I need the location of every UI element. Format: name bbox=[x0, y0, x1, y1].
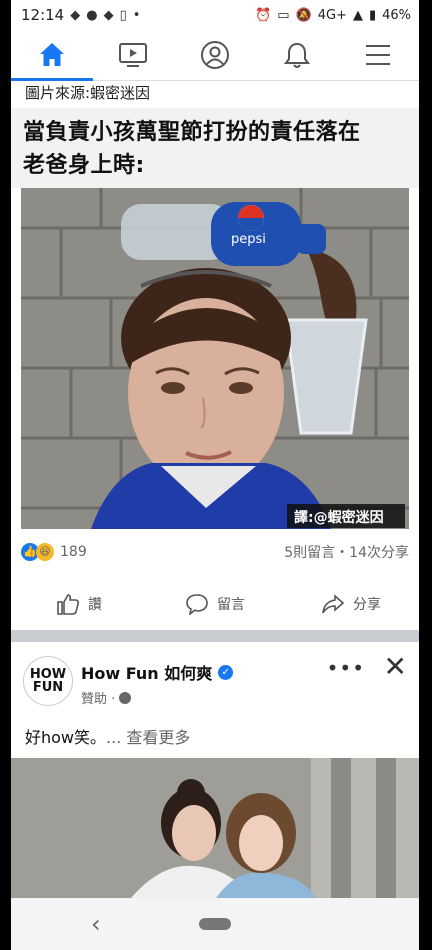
post-text: 好how笑。... 查看更多 bbox=[25, 724, 190, 748]
android-icon: ◆ bbox=[70, 7, 81, 23]
app-frame: 12:14 ◆ ● ◆ ▯ • ⏰ ▭ 🔕 4G+ ▲ ▮ 46% 圖片來源:蝦… bbox=[11, 0, 419, 950]
network-type: 4G+ bbox=[317, 7, 347, 23]
verified-badge-icon: ✓ bbox=[218, 664, 234, 680]
comment-button[interactable]: 留言 bbox=[147, 580, 283, 628]
logo-text: HOW FUN bbox=[30, 668, 66, 694]
comment-icon bbox=[186, 594, 208, 615]
tab-notifications[interactable] bbox=[256, 30, 338, 80]
tab-menu[interactable] bbox=[337, 30, 419, 80]
bell-icon bbox=[283, 42, 310, 68]
logo-line: FUN bbox=[32, 680, 64, 695]
system-nav-bar: ‹ bbox=[11, 898, 419, 950]
post-actions: 讚 留言 分享 bbox=[11, 580, 419, 628]
share-icon bbox=[322, 594, 345, 614]
post-stats: 👍 😆 189 5則留言・14次分享 bbox=[21, 534, 409, 570]
headline-line: 老爸身上時: bbox=[23, 153, 145, 178]
mute-icon: 🔕 bbox=[295, 7, 312, 23]
cast-icon: ▭ bbox=[277, 7, 290, 23]
meme-headline-area: 當負責小孩萬聖節打扮的責任落在 老爸身上時: bbox=[11, 108, 419, 188]
top-nav bbox=[11, 30, 419, 81]
battery-icon: ▮ bbox=[368, 7, 377, 23]
post-photo[interactable]: pepsi 譯:@蝦密迷因 bbox=[21, 188, 409, 529]
home-icon bbox=[39, 43, 64, 66]
share-button[interactable]: 分享 bbox=[283, 580, 419, 628]
dot-icon: • bbox=[132, 7, 141, 23]
tab-home[interactable] bbox=[11, 30, 93, 81]
meme-headline: 當負責小孩萬聖節打扮的責任落在 老爸身上時: bbox=[11, 108, 419, 182]
see-more-link[interactable]: ... 查看更多 bbox=[106, 728, 190, 747]
messenger-icon: ● bbox=[86, 7, 98, 23]
profile-icon bbox=[200, 41, 229, 69]
status-bar: 12:14 ◆ ● ◆ ▯ • ⏰ ▭ 🔕 4G+ ▲ ▮ 46% bbox=[11, 0, 419, 30]
share-label: 分享 bbox=[353, 597, 381, 613]
globe-icon bbox=[119, 691, 132, 704]
ad-photo-illustration bbox=[11, 758, 419, 898]
video-icon bbox=[119, 43, 148, 67]
reactions[interactable]: 👍 😆 189 bbox=[21, 543, 87, 561]
comments-shares-count[interactable]: 5則留言・14次分享 bbox=[284, 542, 409, 562]
signal-icon: ▲ bbox=[352, 7, 363, 23]
tab-watch[interactable] bbox=[93, 30, 175, 80]
ad-photo[interactable] bbox=[11, 758, 419, 898]
battery-level: 46% bbox=[382, 7, 411, 23]
bottle-label: pepsi bbox=[231, 232, 266, 247]
android-icon: ◆ bbox=[103, 7, 114, 23]
photo-watermark: 譯:@蝦密迷因 bbox=[294, 509, 384, 526]
image-source-caption: 圖片來源:蝦密迷因 bbox=[25, 84, 151, 102]
alarm-icon: ⏰ bbox=[255, 7, 272, 23]
sponsored-label: 贊助 · bbox=[81, 692, 116, 707]
reaction-count: 189 bbox=[60, 544, 87, 560]
tab-profile[interactable] bbox=[174, 30, 256, 80]
page-avatar[interactable]: HOW FUN bbox=[23, 656, 73, 706]
more-options-button[interactable]: ••• bbox=[327, 656, 365, 680]
thumbs-up-icon bbox=[57, 594, 80, 615]
sponsored-label-row: 贊助 · bbox=[81, 688, 132, 707]
close-button[interactable]: ✕ bbox=[384, 650, 407, 683]
post-caption: 好how笑。 bbox=[25, 728, 107, 747]
like-label: 讚 bbox=[88, 597, 102, 613]
haha-reaction-icon: 😆 bbox=[36, 543, 54, 561]
page-name-row: How Fun 如何爽 ✓ bbox=[81, 660, 234, 684]
page-name[interactable]: How Fun 如何爽 bbox=[81, 660, 212, 684]
status-time: 12:14 bbox=[21, 6, 65, 24]
comment-label: 留言 bbox=[217, 597, 245, 613]
feed-divider bbox=[11, 630, 419, 642]
home-pill-icon[interactable] bbox=[199, 918, 231, 930]
photo-illustration: pepsi 譯:@蝦密迷因 bbox=[21, 188, 409, 529]
clipboard-icon: ▯ bbox=[119, 7, 127, 23]
back-icon[interactable]: ‹ bbox=[91, 910, 101, 938]
menu-icon bbox=[366, 45, 391, 65]
like-button[interactable]: 讚 bbox=[11, 580, 147, 628]
pepsi-bottle: pepsi bbox=[121, 202, 326, 266]
sponsored-post-header: HOW FUN How Fun 如何爽 ✓ 贊助 · ••• ✕ bbox=[11, 648, 419, 714]
headline-line: 當負責小孩萬聖節打扮的責任落在 bbox=[23, 120, 361, 145]
